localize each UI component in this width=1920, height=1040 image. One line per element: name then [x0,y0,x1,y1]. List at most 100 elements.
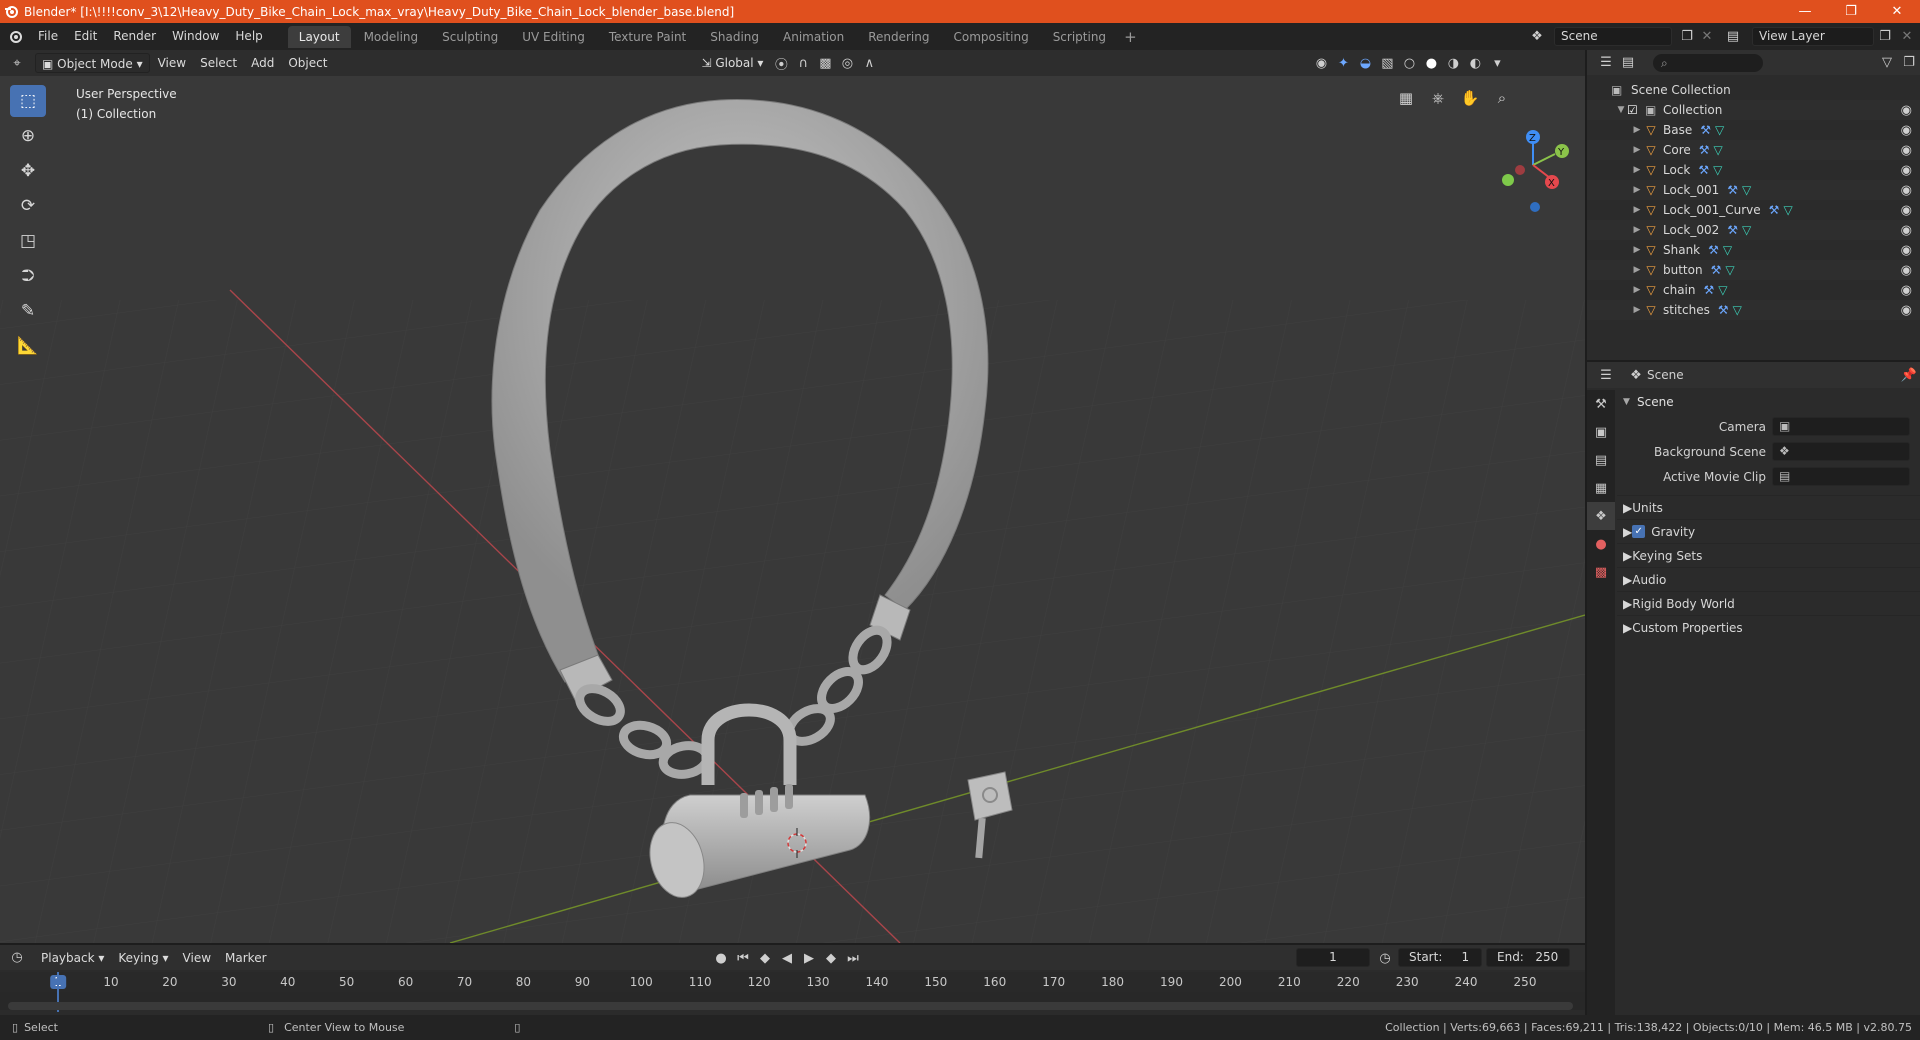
outliner-object-row[interactable]: ▶ ▽ chain ⚒ ▽ ◉ [1587,280,1920,300]
eye-icon[interactable]: ◉ [1901,143,1912,158]
mesh-data-icon[interactable]: ▽ [1733,303,1742,317]
play-icon[interactable]: ▶ [798,948,820,968]
keying-sets-panel-header[interactable]: ▶ Keying Sets [1617,543,1920,567]
rendered-shading-icon[interactable]: ◐ [1464,53,1486,73]
expand-object-icon[interactable]: ▶ [1631,265,1643,275]
new-collection-icon[interactable]: ❐ [1898,53,1920,73]
measure-tool-icon[interactable]: 📐 [10,330,46,362]
collection-checkbox-icon[interactable]: ☑ [1627,103,1645,117]
cursor-tool-icon[interactable]: ⊕ [10,120,46,152]
expand-collection-icon[interactable]: ▼ [1615,105,1627,115]
add-workspace-icon[interactable]: + [1118,28,1143,46]
tab-compositing[interactable]: Compositing [942,26,1039,48]
select-box-tool-icon[interactable]: ⬚ [10,85,46,117]
tab-animation[interactable]: Animation [772,26,855,48]
mesh-data-icon[interactable]: ▽ [1713,163,1722,177]
modifier-icon[interactable]: ⚒ [1700,123,1711,137]
gravity-panel-header[interactable]: ▶ ✓ Gravity [1617,519,1920,543]
properties-editor-icon[interactable]: ☰ [1595,365,1617,385]
mesh-data-icon[interactable]: ▽ [1742,223,1751,237]
object-mode-dropdown[interactable]: ▣ Object Mode ▾ [35,53,150,73]
viewport-scene[interactable]: Z Y X [0,50,1585,943]
timeline-menu-view[interactable]: View [177,948,217,968]
expand-object-icon[interactable]: ▶ [1631,165,1643,175]
camera-view-icon[interactable]: ⎈ [1425,85,1451,111]
expand-object-icon[interactable]: ▶ [1631,285,1643,295]
proportional-edit-icon[interactable]: ◎ [836,53,858,73]
delete-view-layer-icon[interactable]: ✕ [1896,26,1918,46]
3d-viewport[interactable]: Z Y X ⌖ ▣ Object Mode ▾ View Select Add … [0,50,1585,943]
snap-icon[interactable]: ∩ [792,53,814,73]
viewport-menu-object[interactable]: Object [282,53,333,73]
camera-field[interactable]: ▣ [1772,417,1910,436]
modifier-icon[interactable]: ⚒ [1698,163,1709,177]
outliner-object-row[interactable]: ▶ ▽ Core ⚒ ▽ ◉ [1587,140,1920,160]
solid-shading-icon[interactable]: ● [1420,53,1442,73]
pivot-point-icon[interactable]: ⦿ [770,53,792,73]
outliner-object-row[interactable]: ▶ ▽ button ⚒ ▽ ◉ [1587,260,1920,280]
mesh-data-icon[interactable]: ▽ [1715,123,1724,137]
tab-shading[interactable]: Shading [699,26,770,48]
timeline-scrollbar[interactable] [8,1002,1573,1010]
falloff-icon[interactable]: ∧ [858,53,880,73]
output-props-tab-icon[interactable]: ▤ [1587,446,1615,474]
mesh-data-icon[interactable]: ▽ [1718,283,1727,297]
world-props-tab-icon[interactable]: ● [1587,530,1615,558]
wireframe-shading-icon[interactable]: ○ [1398,53,1420,73]
background-scene-field[interactable]: ❖ [1772,442,1910,461]
new-view-layer-icon[interactable]: ❐ [1874,26,1896,46]
snap-target-icon[interactable]: ▩ [814,53,836,73]
xray-icon[interactable]: ▧ [1376,53,1398,73]
outliner-collection[interactable]: ▼ ☑ ▣ Collection ◉ [1587,100,1920,120]
custom-properties-panel-header[interactable]: ▶ Custom Properties [1617,615,1920,639]
material-shading-icon[interactable]: ◑ [1442,53,1464,73]
outliner-object-row[interactable]: ▶ ▽ Base ⚒ ▽ ◉ [1587,120,1920,140]
jump-end-icon[interactable]: ⏭ [842,948,864,968]
blender-menu-icon[interactable] [0,27,30,47]
eye-icon[interactable]: ◉ [1901,283,1912,298]
scene-props-tab-icon[interactable]: ❖ [1587,502,1615,530]
expand-object-icon[interactable]: ▶ [1631,185,1643,195]
modifier-icon[interactable]: ⚒ [1727,223,1738,237]
expand-object-icon[interactable]: ▶ [1631,145,1643,155]
transform-orientation-dropdown[interactable]: ⇲ Global ▾ [695,53,769,73]
navigation-gizmo[interactable]: Z Y X [1502,130,1569,212]
tab-sculpting[interactable]: Sculpting [431,26,509,48]
eye-icon[interactable]: ◉ [1901,203,1912,218]
modifier-icon[interactable]: ⚒ [1727,183,1738,197]
scene-selector[interactable]: Scene [1554,27,1672,46]
outliner-object-row[interactable]: ▶ ▽ Lock_002 ⚒ ▽ ◉ [1587,220,1920,240]
menu-file[interactable]: File [30,23,66,50]
mesh-data-icon[interactable]: ▽ [1742,183,1751,197]
eye-icon[interactable]: ◉ [1901,163,1912,178]
overlay-icon[interactable]: ◒ [1354,53,1376,73]
timeline-menu-keying[interactable]: Keying ▾ [112,948,174,968]
next-keyframe-icon[interactable]: ◆ [820,948,842,968]
outliner-scene-collection[interactable]: ▣ Scene Collection [1587,80,1920,100]
modifier-icon[interactable]: ⚒ [1704,283,1715,297]
gizmo-icon[interactable]: ✦ [1332,53,1354,73]
timeline-editor-icon[interactable]: ◷ [0,948,34,968]
new-scene-icon[interactable]: ❐ [1676,26,1698,46]
play-reverse-icon[interactable]: ◀ [776,948,798,968]
expand-object-icon[interactable]: ▶ [1631,305,1643,315]
record-icon[interactable]: ● [710,948,732,968]
scene-panel-header[interactable]: ▼ Scene [1617,390,1920,414]
texture-props-tab-icon[interactable]: ▩ [1587,558,1615,586]
modifier-icon[interactable]: ⚒ [1708,243,1719,257]
timeline-menu-marker[interactable]: Marker [219,948,272,968]
rigid-body-world-panel-header[interactable]: ▶ Rigid Body World [1617,591,1920,615]
eye-icon[interactable]: ◉ [1901,223,1912,238]
eye-icon[interactable]: ◉ [1901,123,1912,138]
toggle-ortho-icon[interactable]: ▦ [1393,85,1419,111]
viewport-menu-view[interactable]: View [152,53,192,73]
modifier-icon[interactable]: ⚒ [1699,143,1710,157]
current-frame-field[interactable]: 1 [1296,948,1370,967]
pan-hand-icon[interactable]: ✋ [1457,85,1483,111]
start-frame-field[interactable]: Start: 1 [1398,948,1482,967]
shading-options-icon[interactable]: ▾ [1486,53,1508,73]
expand-object-icon[interactable]: ▶ [1631,225,1643,235]
eye-icon[interactable]: ◉ [1901,243,1912,258]
tab-layout[interactable]: Layout [287,25,351,48]
viewport-menu-select[interactable]: Select [194,53,243,73]
